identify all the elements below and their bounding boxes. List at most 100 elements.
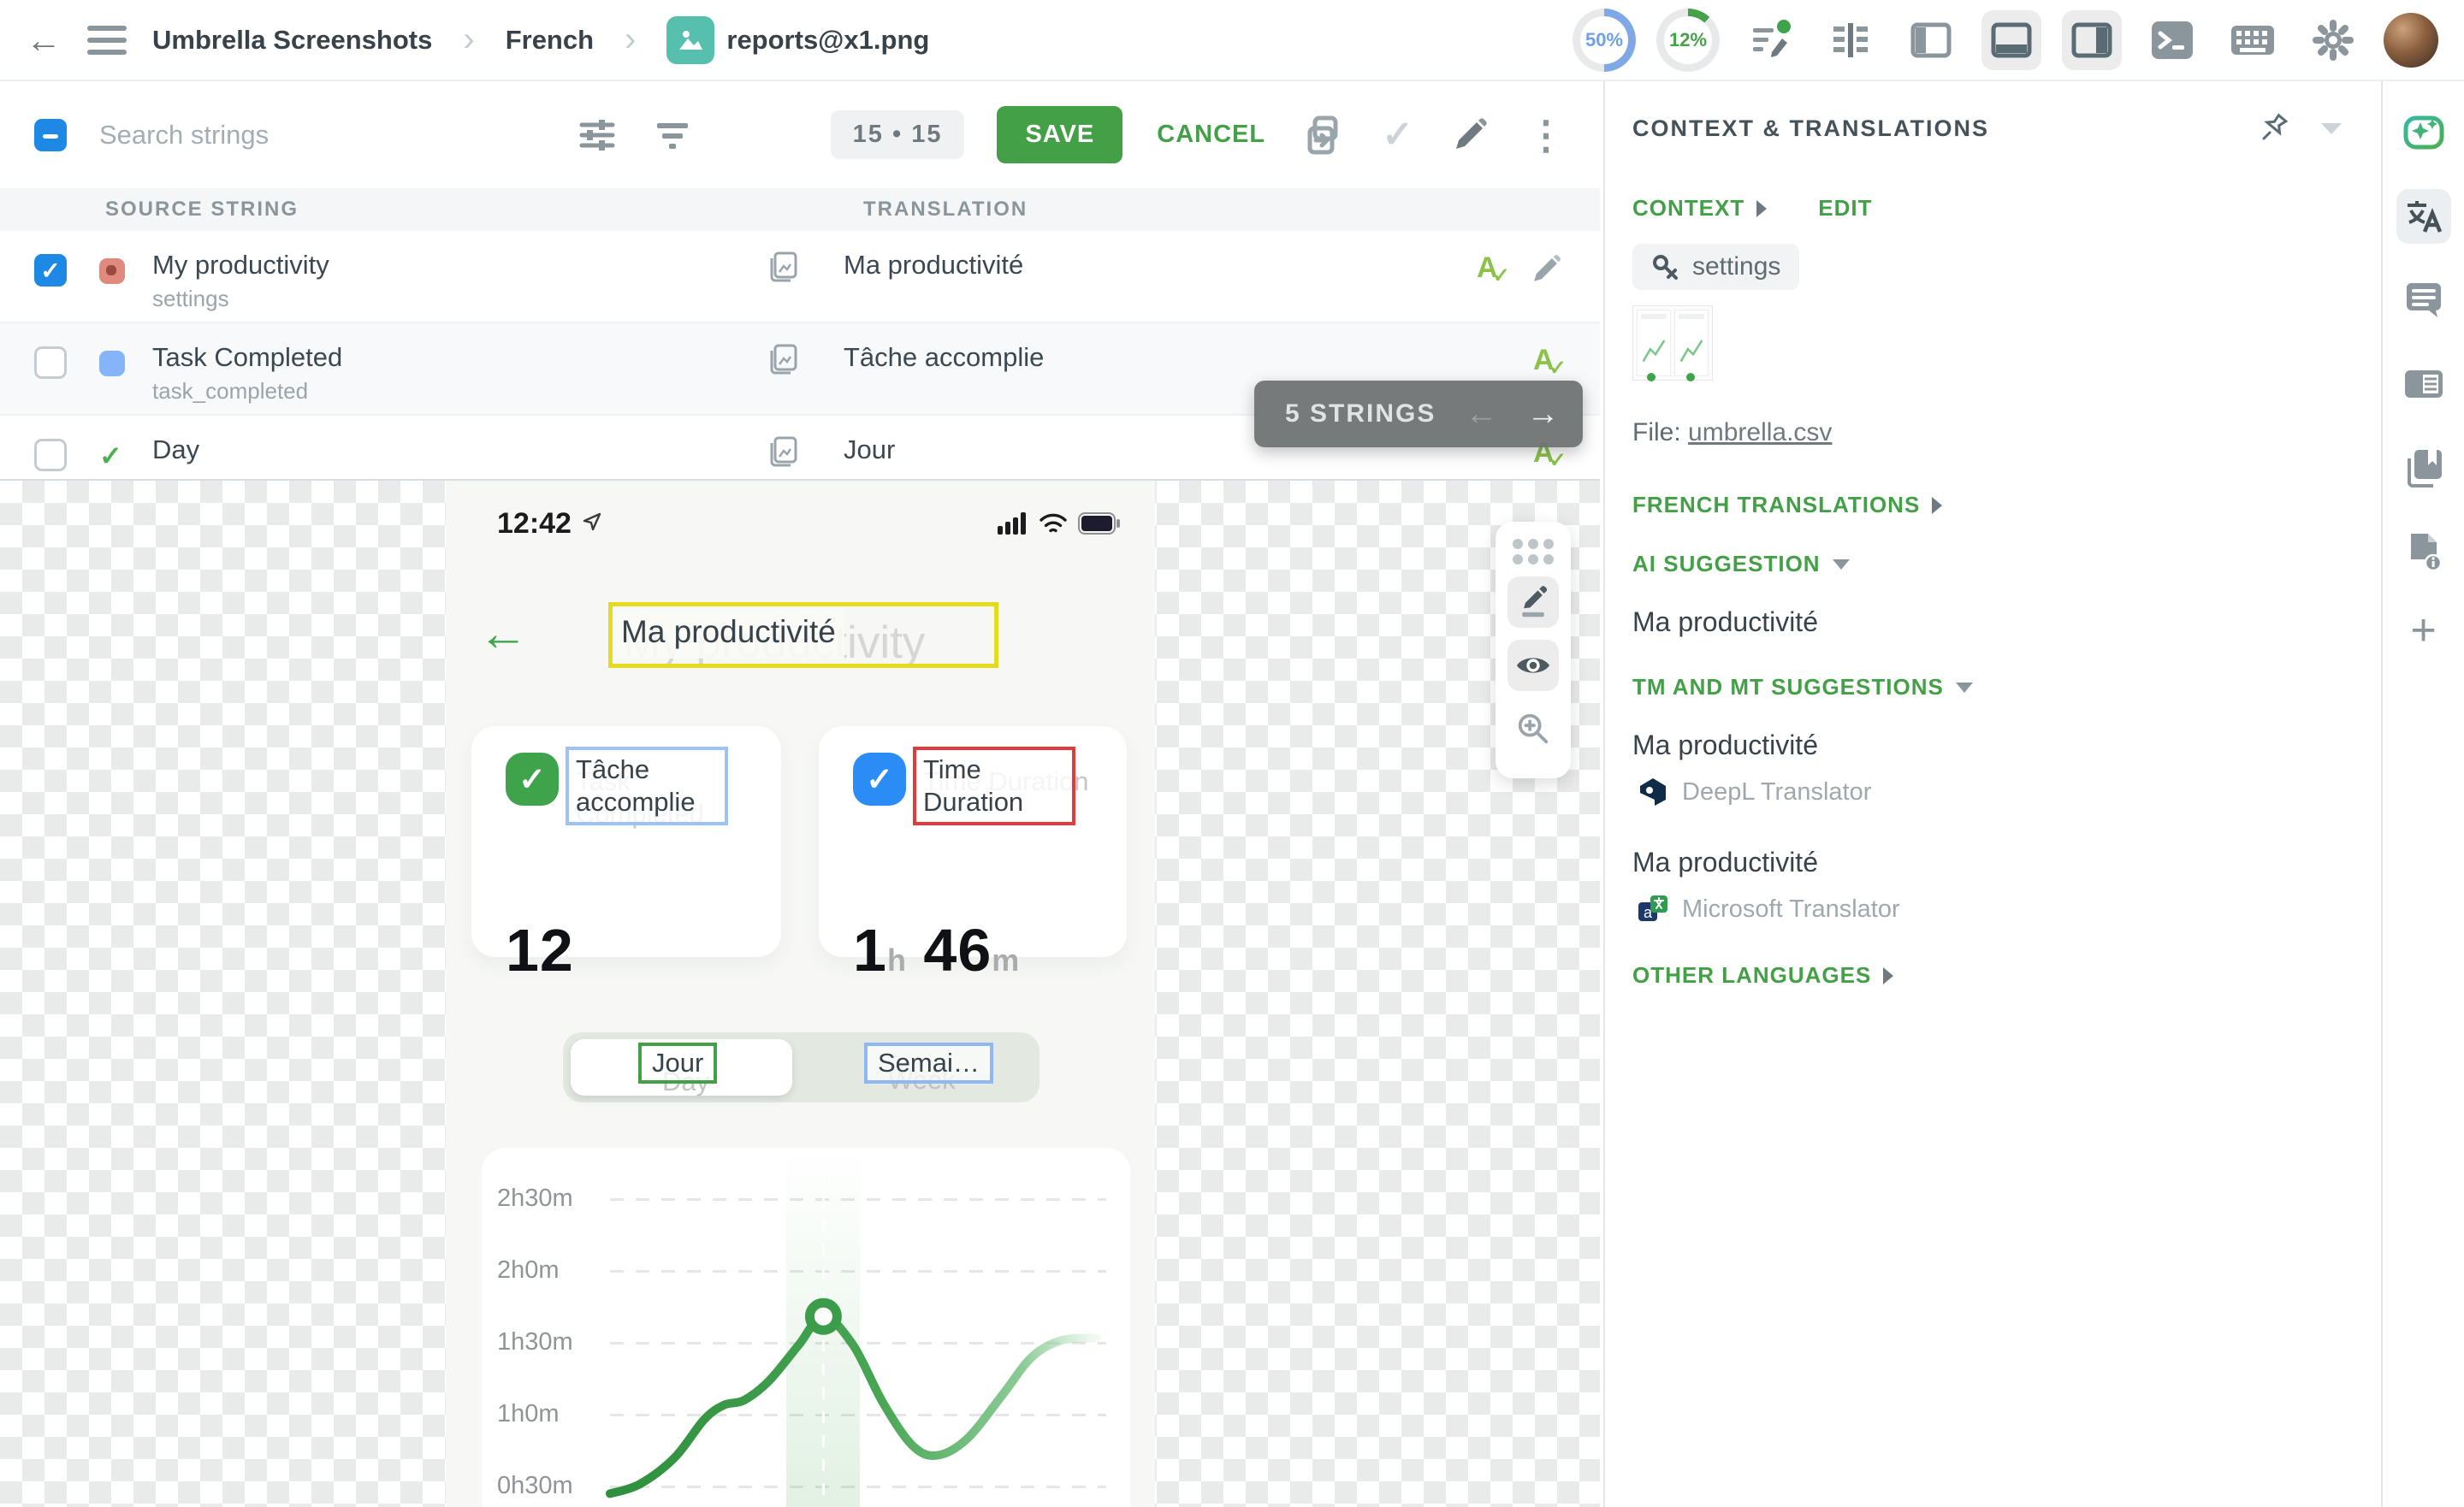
source-string[interactable]: Day [152,434,199,465]
stat-card-tasks: ✓ Task Completed Tâche accomplie 12 [471,726,781,957]
layout-right-panel-icon[interactable] [2062,10,2122,70]
ai-suggestion-text[interactable]: Ma productivité [1632,606,2381,638]
search-input[interactable] [99,120,578,151]
screenshots-pages-icon[interactable] [2396,440,2451,495]
layout-bottom-panel-icon[interactable] [1981,10,2041,70]
highlighted-label-string[interactable]: Tâche accomplie [566,747,728,825]
file-info-icon[interactable] [2396,524,2451,579]
terminal-icon[interactable] [2142,10,2202,70]
context-screenshot-thumbnail[interactable] [1632,305,1713,381]
table-row[interactable]: My productivity settings Ma productivité… [0,231,1600,323]
more-options-icon[interactable]: ⋮ [1526,112,1566,158]
keyboard-icon[interactable] [2223,10,2283,70]
pager-next-icon[interactable]: → [1526,396,1559,433]
key-icon [1651,252,1680,281]
breadcrumb-file-label: reports@x1.png [726,25,929,56]
annotate-pencil-icon[interactable] [1507,576,1559,628]
string-key-label: settings [1692,252,1780,281]
green-check-icon: ✓ [506,753,559,806]
comments-icon[interactable] [2396,273,2451,328]
ai-suggestion-section[interactable]: AI SUGGESTION [1632,551,1821,577]
highlighted-tab-string[interactable]: Semai… [864,1043,993,1084]
highlighted-label-string[interactable]: Time Duration [913,747,1075,825]
tasks-edit-icon[interactable] [1740,10,1800,70]
progress-donut-label: 12% [1664,16,1712,64]
row-checkbox[interactable] [34,346,67,379]
display-settings-icon[interactable] [578,116,616,154]
save-button[interactable]: SAVE [997,106,1122,163]
qa-check-icon[interactable]: A✓ [1477,251,1515,285]
collapse-panel-chevron-icon[interactable] [2321,123,2342,134]
pager-prev-icon[interactable]: ← [1465,396,1497,433]
highlighted-title-string[interactable]: My productivity Ma productivité [608,602,998,668]
column-translation: TRANSLATION [863,198,1028,222]
toggle-visibility-eye-icon[interactable] [1507,640,1559,691]
translation-string[interactable]: Jour [844,434,895,465]
string-key-chip[interactable]: settings [1632,244,1799,290]
screenshots-icon[interactable] [767,434,801,473]
wifi-icon [1039,512,1068,535]
screenshots-icon[interactable] [767,342,801,381]
chart-line [482,1148,1130,1507]
settings-gear-icon[interactable] [2303,10,2363,70]
duplicate-icon[interactable] [1303,115,1344,156]
edit-pencil-icon[interactable] [1451,116,1489,154]
string-details-icon[interactable] [2396,357,2451,411]
screenshot-file-icon [666,16,714,64]
breadcrumb-project[interactable]: Umbrella Screenshots [152,25,432,56]
layout-left-panel-icon[interactable] [1901,10,1961,70]
translation-string[interactable]: Tâche accomplie [844,342,1044,373]
period-segmented-control: Day Jour Week Semai… [563,1032,1040,1102]
strings-counter: 15 • 15 [831,110,965,159]
hamburger-menu-icon[interactable] [87,26,127,55]
string-key: task_completed [152,378,308,405]
other-languages-section[interactable]: OTHER LANGUAGES [1632,962,1871,989]
breadcrumb-file[interactable]: reports@x1.png [666,16,929,64]
highlighted-tab-string[interactable]: Jour [638,1043,717,1084]
edit-context-link[interactable]: EDIT [1818,195,1872,222]
battery-icon [1078,512,1121,535]
tm-suggestion-text[interactable]: Ma productivité [1632,730,2381,761]
screenshot-canvas[interactable]: 12:42 ← My productivity Ma productivité … [0,479,1600,1507]
zoom-in-icon[interactable] [1507,703,1559,754]
tm-suggestion-text[interactable]: Ma productivité [1632,847,2381,878]
translation-string[interactable]: Ma productivité [844,250,1023,281]
status-done-icon: ✓ [99,443,125,469]
user-avatar[interactable] [2384,13,2438,68]
canvas-floating-toolbar [1496,522,1571,778]
qa-check-icon[interactable]: A✓ [1533,344,1572,377]
back-arrow-icon[interactable]: ← [26,22,62,58]
row-checkbox[interactable] [34,439,67,471]
chevron-right-icon [1756,200,1767,217]
drag-handle-icon[interactable] [1513,539,1554,564]
select-all-checkbox[interactable] [34,119,67,151]
strings-view-icon[interactable] [1821,10,1881,70]
progress-donut-reviewed[interactable]: 12% [1656,9,1720,72]
chevron-down-icon [1956,683,1973,693]
phone-clock: 12:42 [497,507,572,541]
source-string[interactable]: Task Completed [152,342,342,373]
edit-translation-icon[interactable] [1530,253,1562,290]
filter-icon[interactable] [654,116,691,154]
pager-label: 5 STRINGS [1285,399,1436,428]
tm-mt-suggestions-section[interactable]: TM AND MT SUGGESTIONS [1632,674,1944,700]
string-key: settings [152,286,229,312]
row-checkbox[interactable] [34,254,67,287]
pin-panel-icon[interactable] [2261,112,2290,145]
progress-donut-translated[interactable]: 50% [1573,9,1636,72]
chevron-down-icon [1833,559,1850,570]
column-source: SOURCE STRING [105,198,299,222]
cancel-button[interactable]: CANCEL [1157,121,1265,149]
verify-check-icon[interactable]: ✓ [1382,113,1413,157]
screenshots-icon[interactable] [767,250,801,288]
stat-card-duration: ✓ Time Duration Time Duration 1h 46m [819,726,1127,957]
ai-assistant-icon[interactable] [2396,105,2451,160]
breadcrumb-language[interactable]: French [506,25,594,56]
source-string[interactable]: My productivity [152,250,329,281]
add-panel-icon[interactable]: + [2410,608,2436,653]
chevron-right-icon [1883,967,1893,984]
translations-tab-icon[interactable] [2396,189,2451,244]
context-section-link[interactable]: CONTEXT [1632,195,1744,222]
context-file-link[interactable]: umbrella.csv [1688,418,1832,446]
french-translations-section[interactable]: FRENCH TRANSLATIONS [1632,492,1920,518]
